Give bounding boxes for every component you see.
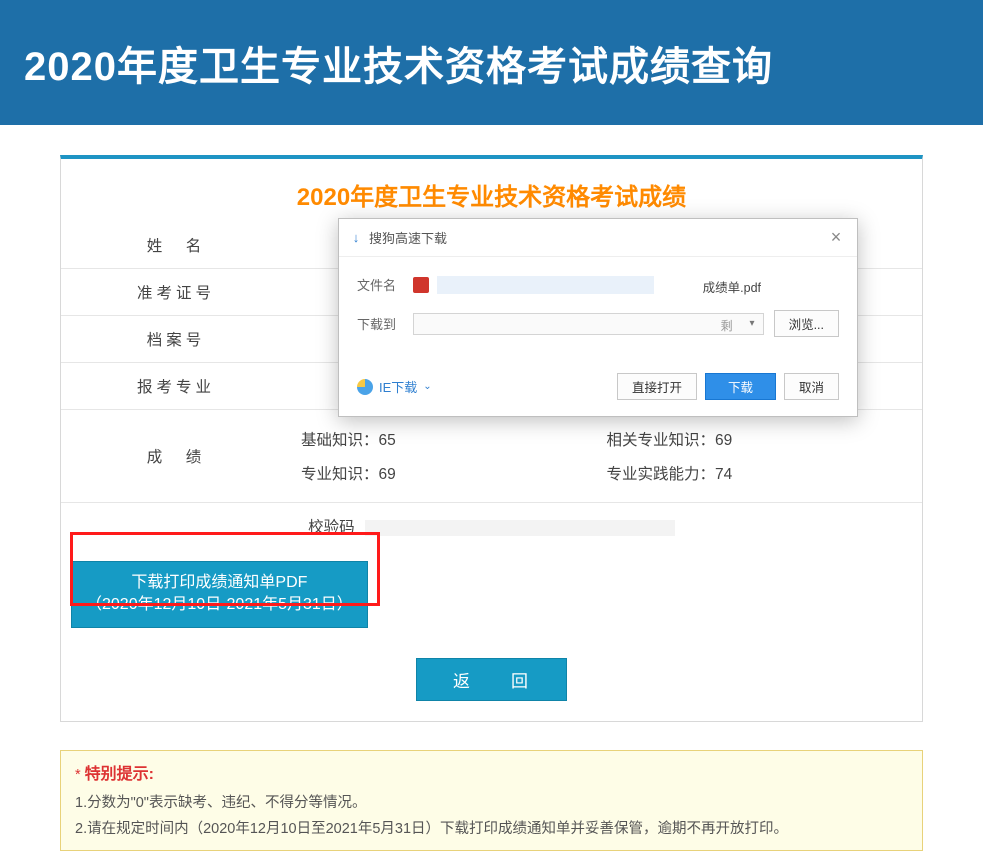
download-icon: ↓	[349, 231, 363, 245]
chevron-down-icon[interactable]: ⌄	[423, 381, 431, 392]
ie-icon	[357, 379, 373, 395]
chevron-down-icon[interactable]: ▾	[750, 318, 755, 329]
download-dialog: ↓ 搜狗高速下载 × 文件名 成绩单.pdf 下载到 剩 ▾ 浏览... IE下…	[338, 218, 858, 417]
notice-star: *	[75, 767, 85, 783]
close-icon[interactable]: ×	[825, 227, 847, 248]
dialog-title: 搜狗高速下载	[369, 228, 825, 247]
download-row: 下载打印成绩通知单PDF （2020年12月10日-2021年5月31日）	[61, 549, 922, 628]
score-related: 相关专业知识：69	[607, 422, 913, 456]
value-score: 基础知识：65 相关专业知识：69 专业知识：69 专业实践能力：74	[291, 410, 922, 503]
row-checkcode: 校验码	[61, 503, 922, 550]
saveto-field[interactable]: 剩 ▾	[413, 313, 764, 335]
label-major: 报考专业	[61, 363, 291, 410]
label-score: 成 绩	[61, 410, 291, 503]
filename-field[interactable]: 成绩单.pdf	[437, 276, 839, 294]
filename-suffix: 成绩单.pdf	[703, 277, 761, 296]
download-pdf-button[interactable]: 下载打印成绩通知单PDF （2020年12月10日-2021年5月31日）	[71, 561, 368, 628]
label-checkcode: 校验码	[308, 515, 355, 537]
browse-button[interactable]: 浏览...	[774, 310, 839, 337]
space-remaining: 剩	[721, 317, 733, 334]
download-pdf-line2: （2020年12月10日-2021年5月31日）	[86, 594, 353, 616]
open-button[interactable]: 直接打开	[617, 373, 697, 400]
label-filename: 文件名	[357, 275, 413, 294]
pdf-icon	[413, 277, 429, 293]
notice-item-1: 1.分数为"0"表示缺考、违纪、不得分等情况。	[75, 790, 908, 816]
download-button[interactable]: 下载	[705, 373, 776, 400]
content: 2020年度卫生专业技术资格考试成绩 姓 名 准考证号 档案号 报考专业 成 绩	[0, 125, 983, 732]
row-filename: 文件名 成绩单.pdf	[357, 275, 839, 294]
label-ticket: 准考证号	[61, 269, 291, 316]
label-name: 姓 名	[61, 222, 291, 269]
dialog-titlebar: ↓ 搜狗高速下载 ×	[339, 219, 857, 257]
download-pdf-line1: 下载打印成绩通知单PDF	[86, 572, 353, 594]
dialog-footer: IE下载 ⌄ 直接打开 下载 取消	[339, 363, 857, 416]
row-score: 成 绩 基础知识：65 相关专业知识：69 专业知识：69 专业实践能力：74	[61, 410, 922, 503]
notice-box: * 特别提示: 1.分数为"0"表示缺考、违纪、不得分等情况。 2.请在规定时间…	[60, 750, 923, 851]
cancel-button[interactable]: 取消	[784, 373, 839, 400]
score-practice: 专业实践能力：74	[607, 456, 913, 490]
row-saveto: 下载到 剩 ▾ 浏览...	[357, 310, 839, 337]
notice-title: 特别提示:	[85, 766, 154, 783]
back-button[interactable]: 返 回	[416, 658, 567, 701]
page-header: 2020年度卫生专业技术资格考试成绩查询	[0, 0, 983, 125]
label-file: 档案号	[61, 316, 291, 363]
score-pro: 专业知识：69	[301, 456, 607, 490]
ie-download-link[interactable]: IE下载	[379, 377, 417, 396]
score-card-title: 2020年度卫生专业技术资格考试成绩	[61, 177, 922, 212]
notice-item-2: 2.请在规定时间内（2020年12月10日至2021年5月31日）下载打印成绩通…	[75, 816, 908, 842]
label-saveto: 下载到	[357, 314, 413, 333]
page-title: 2020年度卫生专业技术资格考试成绩查询	[24, 34, 773, 92]
value-checkcode	[365, 520, 675, 536]
score-basic: 基础知识：65	[301, 422, 607, 456]
